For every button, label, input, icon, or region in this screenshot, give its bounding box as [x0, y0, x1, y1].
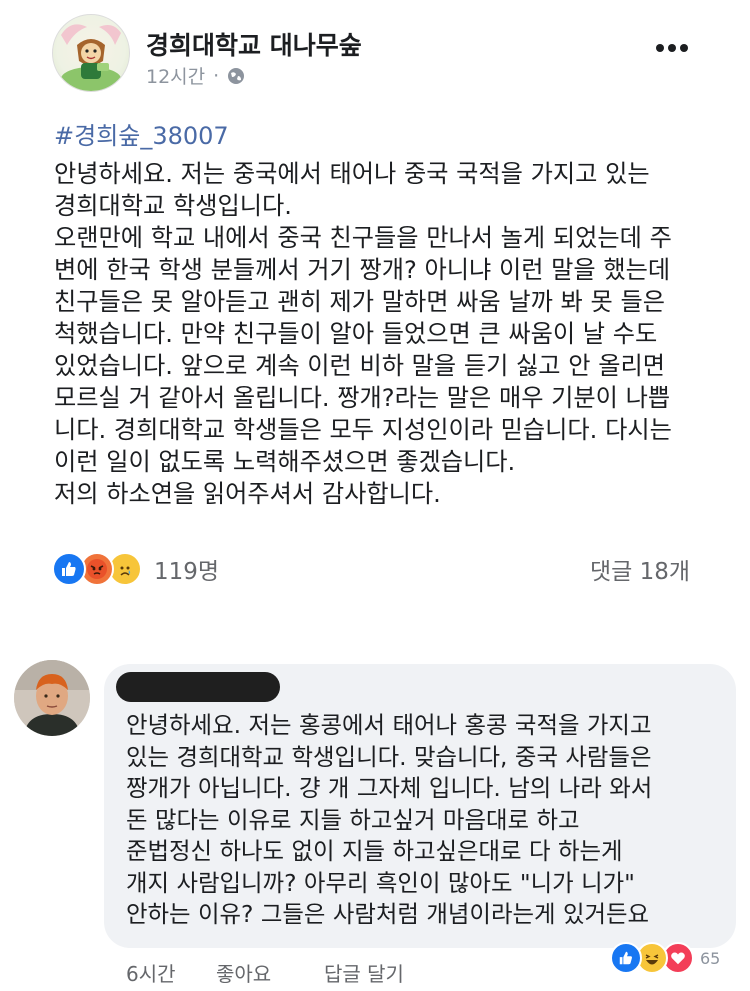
comment-line: 안하는 이유? 그들은 사람처럼 개념이라는게 있거든요 — [126, 900, 650, 928]
post-body-line: 경희대학교 학생입니다. — [54, 192, 292, 220]
comment-line: 있는 경희대학교 학생입니다. 맞습니다, 중국 사람들은 — [126, 742, 652, 771]
post-body-line: 변에 한국 학생 분들께서 거기 짱개? 아니냐 이런 말을 했는데 — [54, 256, 671, 284]
comment-line: 준법정신 하나도 없이 지들 하고싶은대로 다 하는게 — [126, 837, 623, 865]
post-body-line: 안녕하세요. 저는 중국에서 태어나 중국 국적을 가지고 있는 — [54, 160, 650, 188]
comment-reply-button[interactable]: 답글 달기 — [324, 958, 404, 987]
more-dots-icon — [656, 44, 688, 52]
post-meta: 12시간 · — [146, 62, 245, 89]
comment-time[interactable]: 6시간 — [126, 958, 216, 987]
comment-line: 돈 많다는 이유로 지들 하고싶거 마음대로 하고 — [126, 805, 580, 834]
commenter-avatar[interactable] — [14, 660, 90, 736]
comment-count-link[interactable]: 댓글 18개 — [590, 552, 690, 586]
more-options-button[interactable] — [652, 36, 692, 60]
commenter-name-redacted[interactable] — [116, 672, 280, 702]
hashtag-link[interactable]: #경희숲_38007 — [54, 116, 229, 151]
commenter-photo — [14, 660, 90, 736]
comment-actions: 6시간 좋아요 답글 달기 — [126, 958, 404, 987]
comment-like-button[interactable]: 좋아요 — [216, 958, 324, 987]
post-reactions[interactable]: 119명 — [52, 552, 219, 586]
like-icon — [52, 552, 86, 586]
separator-dot: · — [213, 64, 220, 87]
post-body: 안녕하세요. 저는 중국에서 태어나 중국 국적을 가지고 있는 경희대학교 학… — [54, 158, 714, 510]
reaction-count[interactable]: 119명 — [154, 552, 219, 586]
page-avatar[interactable] — [52, 14, 130, 92]
post-body-line: 니다. 경희대학교 학생들은 모두 지성인이라 믿습니다. 다시는 — [54, 416, 672, 444]
post-body-line: 모르실 거 같아서 올립니다. 짱개?라는 말은 매우 기분이 나쁩 — [54, 384, 671, 412]
post-body-line: 이런 일이 없도록 노력해주셨으면 좋겠습니다. — [54, 448, 516, 476]
mascot-logo-icon — [61, 24, 121, 91]
page-name-link[interactable]: 경희대학교 대나무숲 — [146, 26, 362, 62]
post-body-line: 오랜만에 학교 내에서 중국 친구들을 만나서 놀게 되었는데 주 — [54, 224, 672, 252]
comment-line: 짱개가 아닙니다. 걍 개 그자체 입니다. 남의 나라 와서 — [126, 774, 653, 802]
comment-line: 안녕하세요. 저는 홍콩에서 태어나 홍콩 국적을 가지고 — [126, 711, 652, 739]
comment-line: 개지 사람입니까? 아무리 흑인이 많아도 "니가 니가" — [126, 868, 635, 897]
comment-reaction-count[interactable]: 65 — [700, 949, 720, 968]
comment-body: 안녕하세요. 저는 홍콩에서 태어나 홍콩 국적을 가지고 있는 경희대학교 학… — [126, 710, 726, 931]
post-body-line: 척했습니다. 만약 친구들이 알아 들었으면 큰 싸움이 날 수도 — [54, 320, 658, 348]
post-body-line: 저의 하소연을 읽어주셔서 감사합니다. — [54, 480, 441, 508]
post-body-line: 친구들은 못 알아듣고 괜히 제가 말하면 싸움 날까 봐 못 들은 — [54, 288, 665, 316]
globe-icon — [228, 67, 245, 84]
post-body-line: 있었습니다. 앞으로 계속 이런 비하 말을 듣기 싫고 안 올리면 — [54, 352, 665, 380]
post-time[interactable]: 12시간 — [146, 62, 205, 89]
like-icon — [610, 942, 642, 974]
comment-reactions[interactable]: 65 — [610, 942, 720, 974]
